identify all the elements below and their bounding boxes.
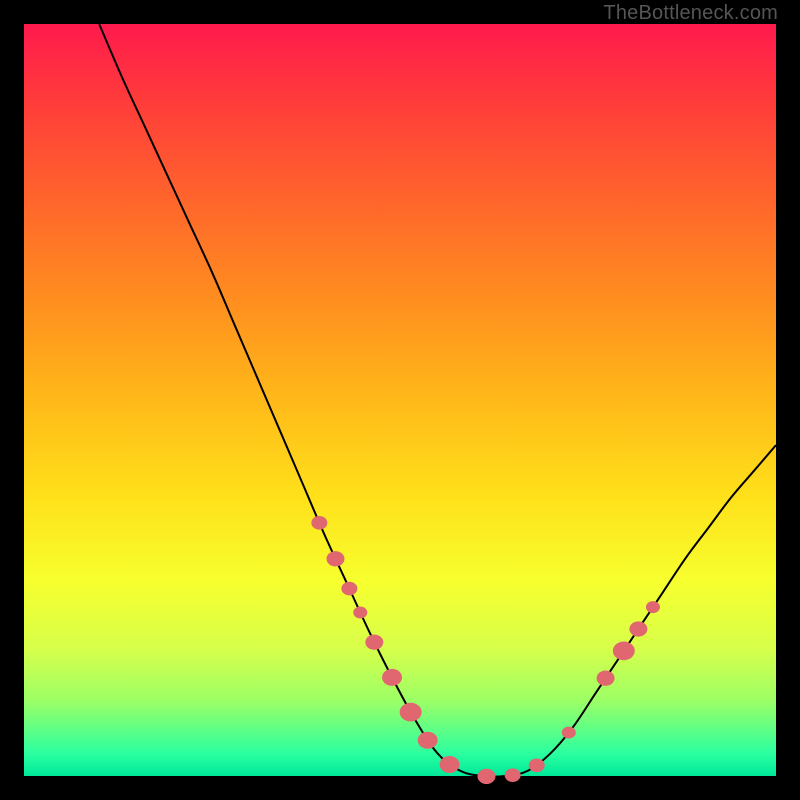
bead-marker (477, 769, 495, 784)
bead-markers (311, 516, 660, 784)
bead-marker (562, 727, 576, 739)
bead-marker (646, 601, 660, 613)
bead-marker (326, 551, 344, 566)
chart-svg (24, 24, 776, 776)
chart-frame: TheBottleneck.com (0, 0, 800, 800)
bead-marker (613, 641, 635, 660)
bead-marker (400, 703, 422, 722)
bead-marker (529, 759, 545, 773)
watermark-text: TheBottleneck.com (603, 2, 778, 25)
bead-marker (418, 732, 438, 749)
bead-marker (505, 768, 521, 782)
bead-marker (382, 669, 402, 686)
bead-marker (353, 607, 367, 619)
bead-marker (341, 582, 357, 596)
bead-marker (311, 516, 327, 530)
bead-marker (629, 621, 647, 636)
bead-marker (365, 635, 383, 650)
bead-marker (597, 671, 615, 686)
bottleneck-curve (99, 24, 776, 777)
bead-marker (440, 756, 460, 773)
chart-plot-area (24, 24, 776, 776)
